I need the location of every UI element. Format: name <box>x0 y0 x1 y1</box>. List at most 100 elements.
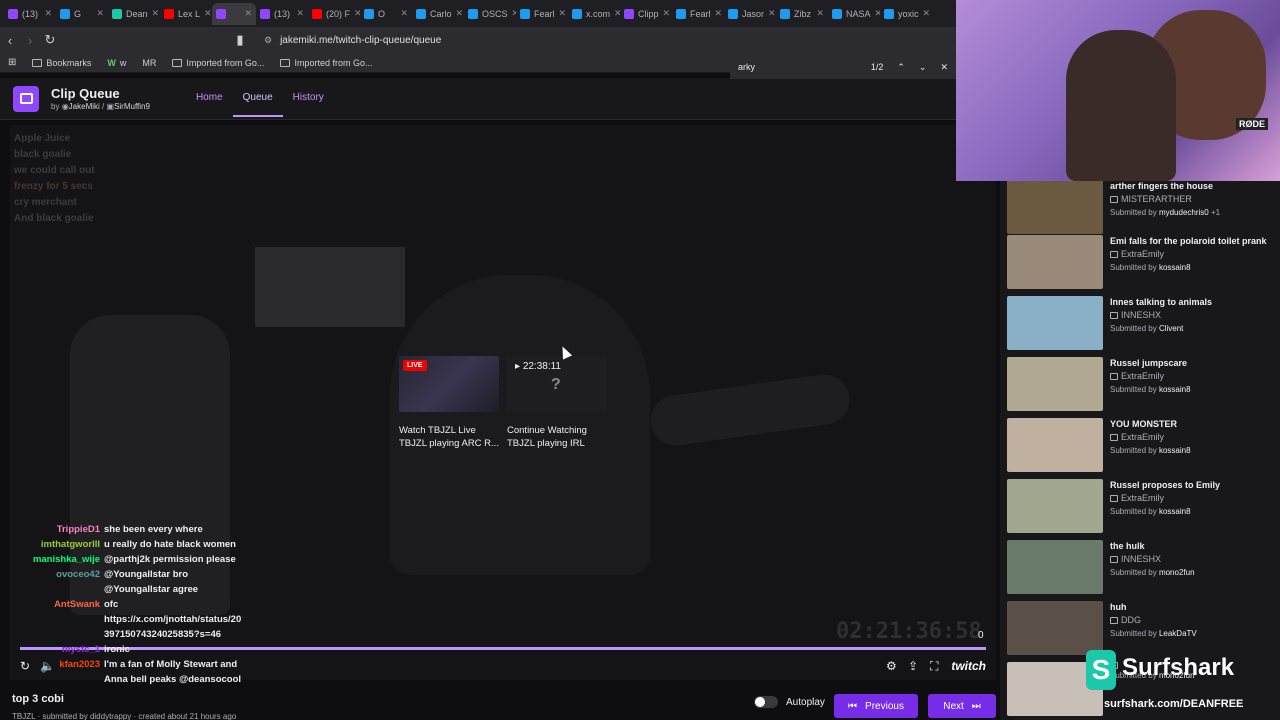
next-icon: ⏭ <box>971 700 981 712</box>
previous-button[interactable]: ⏮ Previous <box>834 694 918 718</box>
queue-item[interactable]: huh DDG Submitted by LeakDaTV <box>1007 601 1275 655</box>
queue-title: the hulk <box>1110 541 1145 551</box>
bookmark-imported-2[interactable]: Imported from Go... <box>280 58 372 68</box>
browser-tab[interactable]: OSCS ✕ <box>464 3 516 25</box>
tab-home[interactable]: Home <box>186 80 233 117</box>
forward-icon[interactable]: › <box>20 33 40 48</box>
tab-close-icon[interactable]: ✕ <box>816 8 824 19</box>
chat-text: she been every where <box>104 524 203 535</box>
browser-tab[interactable]: G ✕ <box>56 3 108 25</box>
browser-tab[interactable]: ✕ <box>212 2 256 25</box>
browser-tab[interactable]: Lex L ✕ <box>160 3 212 25</box>
tab-history[interactable]: History <box>283 80 334 117</box>
tab-queue[interactable]: Queue <box>232 80 283 117</box>
tab-close-icon[interactable]: ✕ <box>923 8 931 19</box>
tab-close-icon[interactable]: ✕ <box>663 8 671 19</box>
browser-tab[interactable]: Clipp ✕ <box>620 3 672 25</box>
site-info-icon[interactable]: ⚙ <box>264 35 272 46</box>
chat-message: mystc_1 ironic <box>0 642 300 657</box>
find-prev-icon[interactable]: ⌃ <box>897 62 905 73</box>
video-chat-line: And black goalie <box>14 213 94 224</box>
bookmark-w[interactable]: Ww <box>107 58 126 68</box>
queue-thumbnail[interactable] <box>1007 296 1103 350</box>
browser-tab[interactable]: Carlo ✕ <box>412 3 464 25</box>
bookmark-imported-1[interactable]: Imported from Go... <box>172 58 264 68</box>
tab-favicon-icon <box>624 8 634 19</box>
browser-tab[interactable]: Zibz ✕ <box>776 3 828 25</box>
tab-close-icon[interactable]: ✕ <box>768 8 776 19</box>
tab-close-icon[interactable]: ✕ <box>715 8 723 19</box>
clip-queue-logo[interactable] <box>13 85 39 112</box>
browser-tab[interactable]: Fearl ✕ <box>672 3 724 25</box>
chat-username: kfan2023 <box>59 659 100 670</box>
queue-thumbnail[interactable] <box>1007 601 1103 655</box>
queue-thumbnail[interactable] <box>1007 357 1103 411</box>
toggle-switch[interactable] <box>754 696 778 708</box>
apps-icon[interactable]: ⊞ <box>8 57 16 68</box>
twitch-logo[interactable]: twitch <box>951 659 986 673</box>
queue-thumbnail[interactable] <box>1007 479 1103 533</box>
queue-title: Russel proposes to Emily <box>1110 480 1221 490</box>
tab-close-icon[interactable]: ✕ <box>559 8 567 19</box>
queue-thumbnail[interactable] <box>1007 540 1103 594</box>
browser-tab[interactable]: NASA ✕ <box>828 3 880 25</box>
queue-item[interactable]: the hulk INNESHX Submitted by mono2fun <box>1007 540 1275 594</box>
browser-tab[interactable]: (20) F ✕ <box>308 3 360 25</box>
queue-item[interactable]: Innes talking to animals INNESHX Submitted… <box>1007 296 1275 350</box>
browser-tab[interactable]: Fearl ✕ <box>516 3 568 25</box>
queue-item[interactable]: Emi falls for the polaroid toilet prank E… <box>1007 235 1275 289</box>
browser-tab[interactable]: O ✕ <box>360 3 412 25</box>
queue-thumbnail[interactable] <box>1007 235 1103 289</box>
author-link-1[interactable]: JakeMiki <box>69 102 100 111</box>
queue-title: Russel jumpscare <box>1110 358 1188 368</box>
chat-username: ovoceo42 <box>56 569 100 580</box>
find-close-icon[interactable]: ✕ <box>940 62 948 73</box>
rec-thumbnail[interactable]: LIVE <box>399 356 499 412</box>
tab-close-icon[interactable]: ✕ <box>96 8 104 19</box>
share-icon[interactable]: ⇪ <box>908 659 918 673</box>
browser-tab[interactable]: Jasor ✕ <box>724 3 776 25</box>
tab-close-icon[interactable]: ✕ <box>400 8 408 19</box>
bookmark-bookmarks[interactable]: Bookmarks <box>32 58 91 68</box>
browser-tab[interactable]: yoxic ✕ <box>880 3 932 25</box>
bookmark-star-icon[interactable]: ▮ <box>230 32 250 48</box>
queue-thumbnail[interactable] <box>1007 180 1103 234</box>
tab-close-icon[interactable]: ✕ <box>44 8 52 19</box>
settings-icon[interactable]: ⚙ <box>886 659 897 673</box>
rec-title: Watch TBJZL Live <box>399 425 476 436</box>
queue-info: Russel proposes to Emily ExtraEmily Submit… <box>1110 479 1220 533</box>
queue-item[interactable]: YOU MONSTER ExtraEmily Submitted by kossai… <box>1007 418 1275 472</box>
url-field[interactable]: ⚙ jakemiki.me/twitch-clip-queue/queue <box>264 35 441 46</box>
webcam-overlay: RØDE <box>956 0 1280 181</box>
tab-label: OSCS <box>482 8 508 19</box>
browser-tab[interactable]: (13) ✕ <box>256 3 308 25</box>
queue-item[interactable]: Russel proposes to Emily ExtraEmily Submit… <box>1007 479 1275 533</box>
author-link-2[interactable]: SirMuffin9 <box>114 102 150 111</box>
browser-tab[interactable]: (13) ✕ <box>4 3 56 25</box>
queue-item[interactable]: arther fingers the house MISTERARTHER Subm… <box>1007 180 1275 234</box>
queue-thumbnail[interactable] <box>1007 418 1103 472</box>
find-next-icon[interactable]: ⌄ <box>919 62 927 73</box>
rec-thumbnail[interactable]: ▸ 22:38:11 ? <box>507 356 607 412</box>
previous-icon: ⏮ <box>848 700 858 712</box>
rec-live[interactable]: LIVE Watch TBJZL Live TBJZL playing ARC … <box>399 356 499 450</box>
tab-close-icon[interactable]: ✕ <box>152 8 160 19</box>
tab-close-icon[interactable]: ✕ <box>244 8 252 19</box>
queue-title: Innes talking to animals <box>1110 297 1213 307</box>
queue-item[interactable]: Russel jumpscare ExtraEmily Submitted by k… <box>1007 357 1275 411</box>
rec-continue[interactable]: ▸ 22:38:11 ? Continue Watching TBJZL pla… <box>507 356 607 450</box>
autoplay-toggle[interactable]: Autoplay <box>754 696 825 708</box>
tab-close-icon[interactable]: ✕ <box>204 8 212 19</box>
url-text: jakemiki.me/twitch-clip-queue/queue <box>280 34 442 46</box>
tab-favicon-icon <box>260 8 270 19</box>
back-icon[interactable]: ‹ <box>0 33 20 48</box>
tab-close-icon[interactable]: ✕ <box>296 8 304 19</box>
tab-close-icon[interactable]: ✕ <box>456 8 464 19</box>
browser-tab[interactable]: x.com ✕ <box>568 3 620 25</box>
find-input[interactable]: arky <box>738 62 755 72</box>
bookmark-mr[interactable]: MR <box>142 58 156 68</box>
browser-tab[interactable]: Dean ✕ <box>108 3 160 25</box>
reload-icon[interactable]: ↻ <box>40 32 60 48</box>
fullscreen-icon[interactable]: ⛶ <box>930 659 938 674</box>
next-button[interactable]: Next ⏭ <box>928 694 996 718</box>
